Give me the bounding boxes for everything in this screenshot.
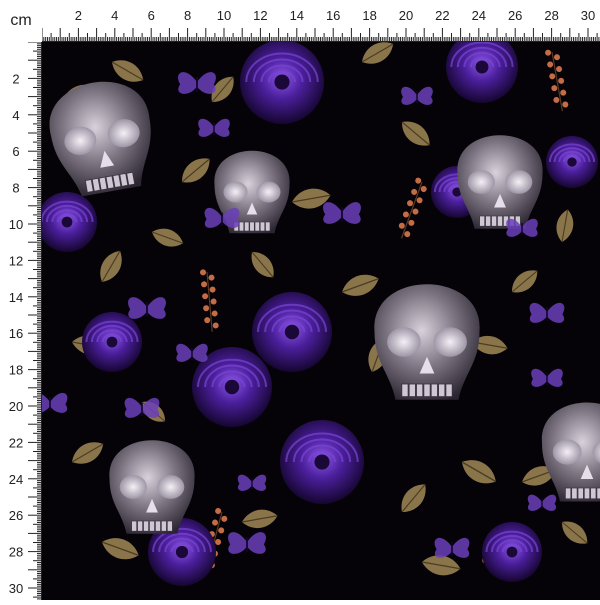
ruler-top-label: 30 <box>581 8 595 23</box>
ruler-top-label: 10 <box>217 8 231 23</box>
ruler-left-label: 12 <box>9 253 23 268</box>
ruler-top-label: 28 <box>544 8 558 23</box>
fabric-pattern <box>32 31 600 600</box>
ruler-left-label: 14 <box>9 290 23 305</box>
purple-rose <box>546 136 598 188</box>
purple-rose <box>82 312 142 372</box>
ruler-top-label: 12 <box>253 8 267 23</box>
ruler-left-label: 2 <box>12 71 19 86</box>
unit-label: cm <box>0 0 42 42</box>
ruler-top-label: 4 <box>111 8 118 23</box>
purple-rose <box>280 420 364 504</box>
ruler-left: 2 4 6 8 10 12 14 16 18 20 22 24 26 28 30 <box>0 0 42 600</box>
fabric-pattern-artwork <box>32 31 600 600</box>
ruler-left-label: 28 <box>9 545 23 560</box>
ruler-top-scale: 2 4 6 8 10 12 14 16 18 20 22 24 26 28 30 <box>0 8 600 42</box>
skull <box>109 440 195 534</box>
ruler-top-label: 20 <box>399 8 413 23</box>
skull <box>457 135 543 229</box>
ruler-left-label: 20 <box>9 399 23 414</box>
ruler-left-label: 10 <box>9 217 23 232</box>
ruler-left-label: 16 <box>9 326 23 341</box>
ruler-top-label: 14 <box>290 8 304 23</box>
skull <box>374 284 480 400</box>
ruler-top-label: 8 <box>184 8 191 23</box>
ruler-top-label: 24 <box>472 8 486 23</box>
ruler-top-label: 26 <box>508 8 522 23</box>
purple-rose <box>252 292 332 372</box>
ruler-left-label: 24 <box>9 472 23 487</box>
ruler-left-scale: 24681012141618202224262830 <box>9 0 42 600</box>
ruler-left-label: 4 <box>12 108 19 123</box>
purple-rose <box>482 522 542 582</box>
ruler-left-label: 26 <box>9 508 23 523</box>
ruler-top-label: 22 <box>435 8 449 23</box>
ruler-left-label: 6 <box>12 144 19 159</box>
ruler-top-label: 16 <box>326 8 340 23</box>
ruler-top: 2 4 6 8 10 12 14 16 18 20 22 24 26 28 30 <box>0 0 600 42</box>
ruler-top-label: 2 <box>75 8 82 23</box>
ruler-left-label: 30 <box>9 581 23 596</box>
ruler-top-label: 6 <box>148 8 155 23</box>
ruler-left-label: 18 <box>9 363 23 378</box>
ruler-left-label: 8 <box>12 181 19 196</box>
purple-rose <box>240 40 324 124</box>
ruler-left-label: 22 <box>9 435 23 450</box>
ruler-top-label: 18 <box>362 8 376 23</box>
